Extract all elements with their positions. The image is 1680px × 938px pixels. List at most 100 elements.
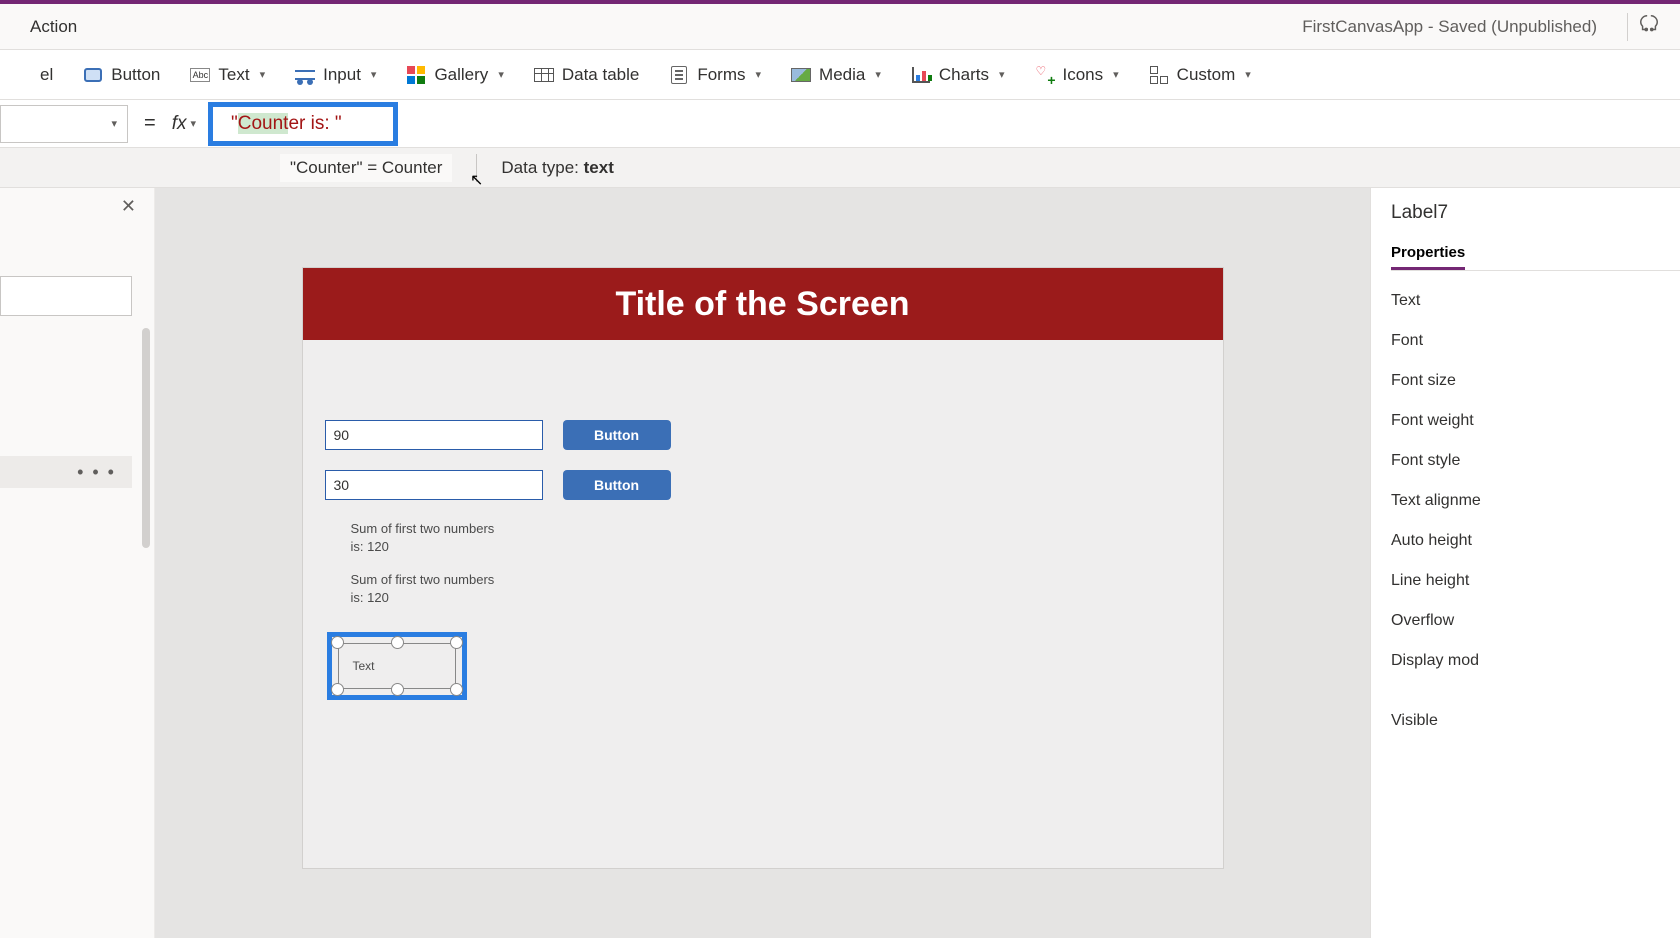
resize-handle-tr[interactable] xyxy=(450,636,463,649)
formula-highlighted: Count xyxy=(238,113,289,134)
resize-handle-tc[interactable] xyxy=(391,636,404,649)
ribbon-media-label: Media xyxy=(819,65,865,85)
text-input-2[interactable] xyxy=(325,470,543,500)
button-icon xyxy=(83,66,103,84)
prop-font-style[interactable]: Font style xyxy=(1391,441,1680,481)
prop-text[interactable]: Text xyxy=(1391,281,1680,321)
insert-ribbon: el Button Abc Text ▾ Input ▾ Gallery ▾ D… xyxy=(0,50,1680,100)
charts-icon xyxy=(911,66,931,84)
prop-font-size[interactable]: Font size xyxy=(1391,361,1680,401)
ribbon-custom[interactable]: Custom ▾ xyxy=(1149,65,1251,85)
custom-icon xyxy=(1149,66,1169,84)
ribbon-button[interactable]: Button xyxy=(83,65,160,85)
chevron-down-icon: ▾ xyxy=(498,68,504,81)
ribbon-icons[interactable]: Icons ▾ xyxy=(1035,65,1119,85)
ribbon-forms[interactable]: Forms ▾ xyxy=(669,65,761,85)
ribbon-datatable[interactable]: Data table xyxy=(534,65,640,85)
ribbon-input-label: Input xyxy=(323,65,361,85)
prop-auto-height[interactable]: Auto height xyxy=(1391,521,1680,561)
chevron-down-icon: ▾ xyxy=(875,68,881,81)
ribbon-datatable-label: Data table xyxy=(562,65,640,85)
resize-handle-bl[interactable] xyxy=(331,683,344,696)
chevron-down-icon: ▾ xyxy=(371,68,377,81)
chevron-down-icon: ▾ xyxy=(260,68,266,81)
close-icon[interactable]: ✕ xyxy=(121,196,136,217)
chevron-down-icon: ▾ xyxy=(111,117,117,130)
ribbon-charts[interactable]: Charts ▾ xyxy=(911,65,1005,85)
sum-label-2[interactable]: Sum of first two numbers is: 120 xyxy=(351,571,511,606)
hint-divider xyxy=(476,154,477,182)
ribbon-gallery-label: Gallery xyxy=(434,65,488,85)
prop-text-alignment[interactable]: Text alignme xyxy=(1391,481,1680,521)
tree-scrollbar[interactable] xyxy=(142,328,150,548)
selected-control-name: Label7 xyxy=(1391,202,1680,224)
ribbon-forms-label: Forms xyxy=(697,65,745,85)
more-icon[interactable]: • • • xyxy=(77,462,116,483)
prop-display-mode[interactable]: Display mod xyxy=(1391,641,1680,681)
health-icon[interactable] xyxy=(1638,13,1660,41)
intellisense-row: "Counter" = Counter Data type: text ↖ xyxy=(0,148,1680,188)
prop-font-weight[interactable]: Font weight xyxy=(1391,401,1680,441)
ribbon-button-label: Button xyxy=(111,65,160,85)
selected-label-text: Text xyxy=(353,659,375,673)
tab-properties[interactable]: Properties xyxy=(1391,238,1465,270)
ribbon-text-label: Text xyxy=(218,65,249,85)
chevron-down-icon: ▾ xyxy=(1245,68,1251,81)
datatype-hint: Data type: text xyxy=(501,158,613,178)
screen-title-label[interactable]: Title of the Screen xyxy=(303,268,1223,340)
tree-search-input[interactable] xyxy=(0,276,132,316)
ribbon-label-cut[interactable]: el xyxy=(40,65,53,85)
titlebar: Action FirstCanvasApp - Saved (Unpublish… xyxy=(0,4,1680,50)
label-suffix: el xyxy=(40,65,53,85)
properties-list: Text Font Font size Font weight Font sty… xyxy=(1391,281,1680,741)
formula-quote-close: " xyxy=(335,113,342,134)
tree-selected-row[interactable]: • • • xyxy=(0,456,132,488)
screen-canvas[interactable]: Title of the Screen Button Button Sum of… xyxy=(303,268,1223,868)
ribbon-icons-label: Icons xyxy=(1063,65,1104,85)
save-status: FirstCanvasApp - Saved (Unpublished) xyxy=(1302,17,1597,37)
ribbon-gallery[interactable]: Gallery ▾ xyxy=(406,65,503,85)
resize-handle-tl[interactable] xyxy=(331,636,344,649)
ribbon-tab-action[interactable]: Action xyxy=(20,17,87,37)
button-2[interactable]: Button xyxy=(563,470,671,500)
media-icon xyxy=(791,66,811,84)
resize-handle-br[interactable] xyxy=(450,683,463,696)
chevron-down-icon: ▾ xyxy=(1113,68,1119,81)
ribbon-input[interactable]: Input ▾ xyxy=(295,65,376,85)
datatype-label: Data type: xyxy=(501,158,583,177)
gallery-icon xyxy=(406,66,426,84)
text-icon: Abc xyxy=(190,66,210,84)
button-1[interactable]: Button xyxy=(563,420,671,450)
prop-visible[interactable]: Visible xyxy=(1391,701,1680,741)
prop-overflow[interactable]: Overflow xyxy=(1391,601,1680,641)
chevron-down-icon: ▾ xyxy=(756,68,762,81)
formula-input-highlight[interactable]: "Counter is: " xyxy=(208,102,398,146)
resize-handle-bc[interactable] xyxy=(391,683,404,696)
text-input-1[interactable] xyxy=(325,420,543,450)
fx-icon[interactable]: fx xyxy=(172,113,191,135)
chevron-down-icon: ▾ xyxy=(999,68,1005,81)
icons-icon xyxy=(1035,66,1055,84)
forms-icon xyxy=(669,66,689,84)
tree-view-panel: ✕ • • • xyxy=(0,188,155,938)
input-icon xyxy=(295,66,315,84)
property-selector[interactable]: ▾ xyxy=(0,105,128,143)
prop-font[interactable]: Font xyxy=(1391,321,1680,361)
chevron-down-icon[interactable]: ▾ xyxy=(190,117,196,130)
datatype-value: text xyxy=(584,158,614,177)
formula-rest: er is: xyxy=(288,113,334,134)
ribbon-custom-label: Custom xyxy=(1177,65,1236,85)
equals-sign: = xyxy=(128,112,172,135)
datatable-icon xyxy=(534,66,554,84)
canvas-area[interactable]: Title of the Screen Button Button Sum of… xyxy=(155,188,1370,938)
properties-panel: Label7 Properties Text Font Font size Fo… xyxy=(1370,188,1680,938)
prop-line-height[interactable]: Line height xyxy=(1391,561,1680,601)
ribbon-media[interactable]: Media ▾ xyxy=(791,65,881,85)
sum-label-1[interactable]: Sum of first two numbers is: 120 xyxy=(351,520,511,555)
formula-bar: ▾ = fx ▾ "Counter is: " xyxy=(0,100,1680,148)
intellisense-suggestion[interactable]: "Counter" = Counter xyxy=(280,154,452,182)
ribbon-text[interactable]: Abc Text ▾ xyxy=(190,65,265,85)
formula-text[interactable]: "Counter is: " xyxy=(231,112,342,135)
selected-label-control[interactable]: Text xyxy=(327,632,467,700)
titlebar-divider xyxy=(1627,13,1628,41)
